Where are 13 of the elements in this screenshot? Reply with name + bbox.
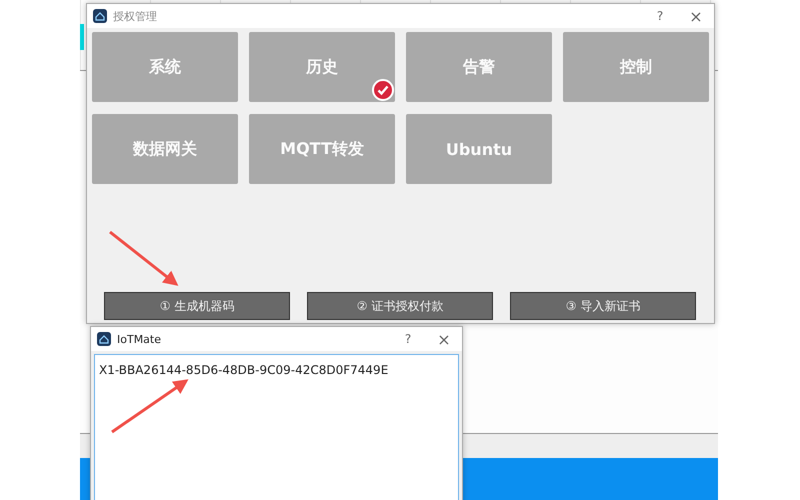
action-button[interactable]: ② 证书授权付款 bbox=[307, 292, 493, 320]
help-button[interactable]: ? bbox=[390, 327, 426, 351]
text-field[interactable]: X1-BBA26144-85D6-48DB-9C09-42C8D0F7449E bbox=[94, 354, 459, 500]
app-icon bbox=[97, 332, 111, 346]
window-title: IoTMate bbox=[117, 332, 162, 346]
action-button[interactable]: ① 生成机器码 bbox=[104, 292, 290, 320]
window-title: 授权管理 bbox=[113, 8, 158, 24]
action-button[interactable]: ③ 导入新证书 bbox=[510, 292, 696, 320]
close-button[interactable]: × bbox=[678, 4, 714, 28]
app-icon bbox=[93, 9, 107, 23]
arrow bbox=[109, 230, 178, 286]
close-button[interactable]: × bbox=[426, 327, 462, 351]
help-button[interactable]: ? bbox=[642, 4, 678, 28]
